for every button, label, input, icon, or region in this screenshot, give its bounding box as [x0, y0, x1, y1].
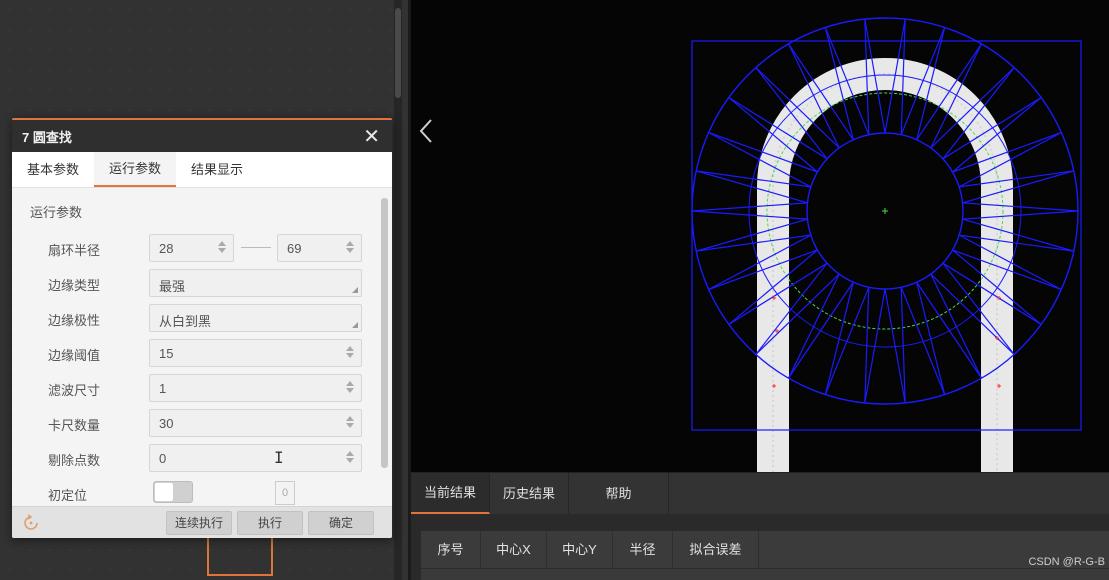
- toggle-knob: [155, 483, 173, 501]
- dialog-titlebar[interactable]: 7 圆查找 ✕: [12, 118, 392, 152]
- row-reject-count: 剔除点数 0 I: [12, 444, 378, 474]
- sector-radius-max-value: 69: [287, 241, 302, 256]
- label-sector-radius: 扇环半径: [48, 243, 101, 258]
- edge-polarity-select[interactable]: 从白到黑: [149, 304, 362, 332]
- col-center-x[interactable]: 中心X: [481, 531, 547, 568]
- watermark: CSDN @R-G-B: [1028, 556, 1105, 568]
- tab-basic-params[interactable]: 基本参数: [12, 152, 94, 187]
- results-table-header: 序号 中心X 中心Y 半径 拟合误差: [421, 531, 1109, 569]
- results-body: 序号 中心X 中心Y 半径 拟合误差 CSDN @R-G-B: [411, 514, 1109, 580]
- label-filter-size: 滤波尺寸: [48, 383, 101, 398]
- tab-history-results[interactable]: 历史结果: [490, 473, 569, 514]
- filter-size-input[interactable]: 1: [149, 374, 362, 402]
- sector-radius-min-value: 28: [159, 241, 174, 256]
- edge-type-value: 最强: [159, 279, 186, 294]
- row-sector-radius: 扇环半径 28 69: [12, 234, 378, 264]
- label-edge-threshold: 边缘阈值: [48, 348, 101, 363]
- tab-help[interactable]: 帮助: [569, 473, 669, 514]
- reject-count-input[interactable]: 0 I: [149, 444, 362, 472]
- caliper-line: [962, 170, 1079, 212]
- col-fit-error[interactable]: 拟合误差: [673, 531, 759, 568]
- caliper-line: [788, 281, 854, 395]
- caliper-line: [691, 170, 808, 212]
- text-cursor-icon: I: [274, 448, 284, 467]
- image-canvas: [691, 17, 1082, 472]
- edge-polarity-value: 从白到黑: [159, 314, 212, 329]
- reject-count-value: 0: [159, 451, 167, 466]
- spin-arrows-icon[interactable]: [345, 449, 355, 469]
- spin-arrows-icon[interactable]: [345, 414, 355, 434]
- spin-arrows-icon[interactable]: [345, 344, 355, 364]
- row-initial-position: 初定位 0: [12, 479, 378, 509]
- caliper-line: [696, 234, 812, 291]
- col-center-y[interactable]: 中心Y: [547, 531, 613, 568]
- row-edge-type: 边缘类型 最强: [12, 269, 378, 299]
- label-caliper-count: 卡尺数量: [48, 418, 101, 433]
- row-edge-polarity: 边缘极性 从白到黑: [12, 304, 378, 334]
- run-params-panel: 运行参数 扇环半径 28 69 边缘类型 最强 边缘极性 从白到黑 边缘阈值 1…: [12, 188, 378, 505]
- label-initial-position: 初定位: [48, 488, 88, 503]
- caliper-line: [916, 281, 982, 395]
- close-icon[interactable]: ✕: [363, 126, 380, 146]
- circle-find-dialog: 7 圆查找 ✕ 基本参数 运行参数 结果显示 运行参数 扇环半径 28 69 边…: [12, 118, 392, 538]
- dialog-title: 7 圆查找: [22, 129, 72, 145]
- sector-radius-min-input[interactable]: 28: [149, 234, 234, 262]
- edge-threshold-input[interactable]: 15: [149, 339, 362, 367]
- spin-arrows-icon[interactable]: [345, 239, 355, 259]
- spin-arrows-icon[interactable]: [217, 239, 227, 259]
- caliper-count-input[interactable]: 30: [149, 409, 362, 437]
- edge-threshold-value: 15: [159, 346, 174, 361]
- row-caliper-count: 卡尺数量 30: [12, 409, 378, 439]
- chevron-left-icon[interactable]: [417, 118, 435, 144]
- results-tabs: 当前结果 历史结果 帮助: [411, 472, 1109, 514]
- flow-node[interactable]: [207, 538, 273, 576]
- continuous-run-button[interactable]: 连续执行: [166, 511, 232, 535]
- range-dash: [241, 247, 271, 248]
- sector-radius-max-input[interactable]: 69: [277, 234, 362, 262]
- results-table: 序号 中心X 中心Y 半径 拟合误差: [421, 531, 1109, 580]
- edge-type-select[interactable]: 最强: [149, 269, 362, 297]
- caliper-line: [691, 210, 808, 252]
- spin-arrows-icon[interactable]: [345, 379, 355, 399]
- confirm-button[interactable]: 确定: [308, 511, 374, 535]
- label-edge-polarity: 边缘极性: [48, 313, 101, 328]
- dialog-tabs: 基本参数 运行参数 结果显示: [12, 152, 392, 188]
- canvas-scrollbar[interactable]: [394, 0, 402, 580]
- dropdown-corner-icon: [352, 322, 358, 328]
- canvas-scroll-thumb[interactable]: [395, 8, 401, 98]
- reset-icon[interactable]: [22, 514, 40, 532]
- caliper-line: [962, 210, 1079, 252]
- row-filter-size: 滤波尺寸 1: [12, 374, 378, 404]
- caliper-line: [958, 234, 1074, 291]
- initial-position-value[interactable]: 0: [275, 481, 295, 505]
- filter-size-value: 1: [159, 381, 167, 396]
- tab-run-params[interactable]: 运行参数: [94, 152, 177, 187]
- dialog-footer: 连续执行 执行 确定: [12, 506, 392, 538]
- section-title: 运行参数: [30, 205, 83, 220]
- run-button[interactable]: 执行: [237, 511, 303, 535]
- app-root: 当前结果 历史结果 帮助 序号 中心X 中心Y 半径 拟合误差 CSDN @R-…: [0, 0, 1109, 580]
- label-edge-type: 边缘类型: [48, 278, 101, 293]
- dialog-scrollbar[interactable]: [378, 194, 392, 508]
- col-radius[interactable]: 半径: [613, 531, 673, 568]
- dialog-scroll-thumb[interactable]: [381, 198, 388, 468]
- tab-current-results[interactable]: 当前结果: [411, 473, 490, 514]
- tab-result-display[interactable]: 结果显示: [176, 152, 258, 187]
- col-index[interactable]: 序号: [421, 531, 481, 568]
- row-edge-threshold: 边缘阈值 15: [12, 339, 378, 369]
- label-reject-count: 剔除点数: [48, 453, 101, 468]
- dropdown-corner-icon: [352, 287, 358, 293]
- image-view[interactable]: [411, 0, 1109, 472]
- initial-position-toggle[interactable]: [153, 481, 193, 503]
- caliper-count-value: 30: [159, 416, 174, 431]
- results-panel: 当前结果 历史结果 帮助 序号 中心X 中心Y 半径 拟合误差 CSDN @R-…: [411, 472, 1109, 580]
